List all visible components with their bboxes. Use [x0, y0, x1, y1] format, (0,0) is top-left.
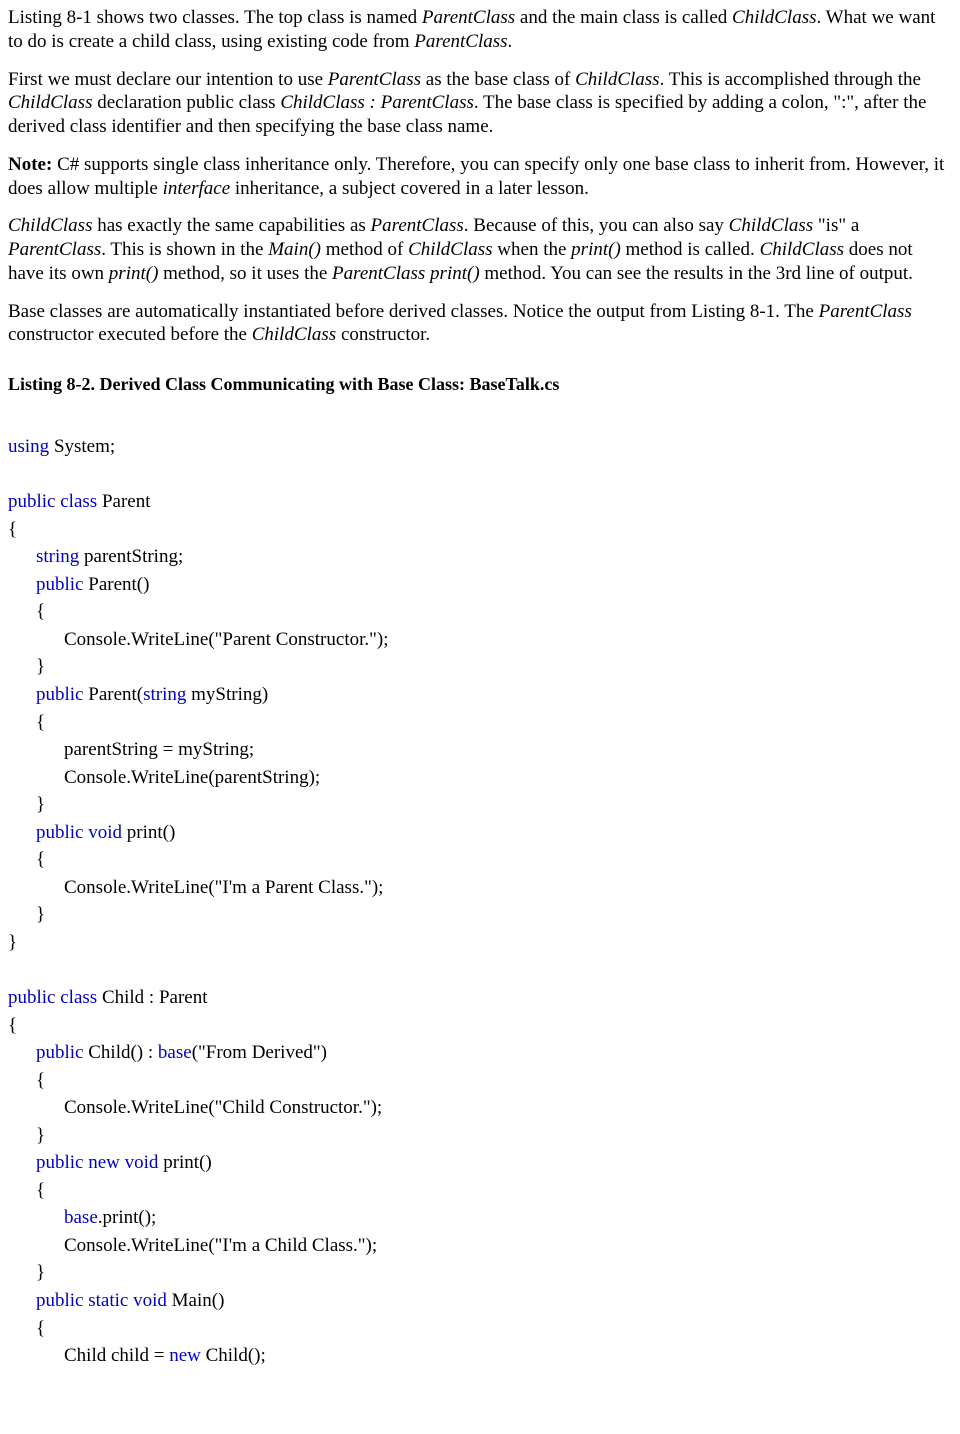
- paragraph-3-note: Note: C# supports single class inheritan…: [8, 153, 950, 201]
- code-listing: using System; public class Parent { stri…: [8, 406, 950, 1370]
- paragraph-1: Listing 8-1 shows two classes. The top c…: [8, 6, 950, 54]
- listing-title: Listing 8-2. Derived Class Communicating…: [8, 373, 950, 396]
- paragraph-2: First we must declare our intention to u…: [8, 68, 950, 139]
- paragraph-4: ChildClass has exactly the same capabili…: [8, 214, 950, 285]
- paragraph-5: Base classes are automatically instantia…: [8, 300, 950, 348]
